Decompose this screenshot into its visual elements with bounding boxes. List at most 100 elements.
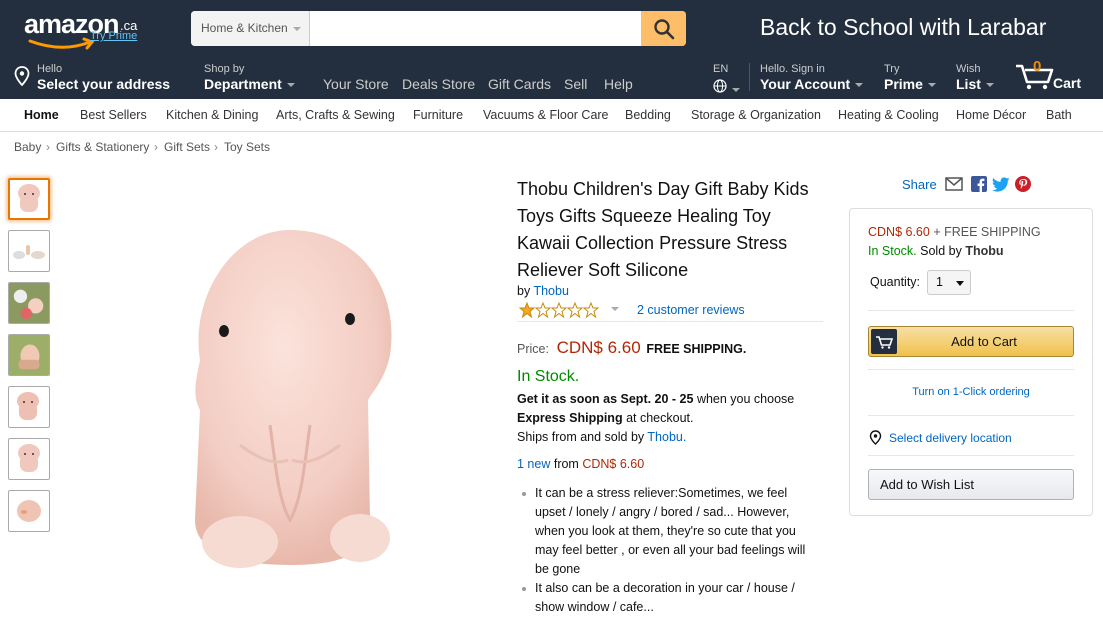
smile-arrow-icon bbox=[28, 37, 95, 50]
chevron-down-icon bbox=[927, 83, 936, 88]
product-thumb-image bbox=[9, 335, 49, 375]
subnav-heating[interactable]: Heating & Cooling bbox=[838, 108, 939, 122]
search-category-select[interactable]: Home & Kitchen bbox=[191, 11, 310, 46]
promo-banner[interactable]: Back to School with Larabar bbox=[760, 14, 1046, 41]
divider bbox=[868, 415, 1074, 416]
thumbnail-7[interactable] bbox=[8, 490, 50, 532]
thumbnail-3[interactable] bbox=[8, 282, 50, 324]
product-thumb-image bbox=[17, 392, 39, 420]
thumbnail-6[interactable] bbox=[8, 438, 50, 480]
breadcrumb-gifts-stationery[interactable]: Gifts & Stationery bbox=[56, 140, 149, 154]
buybox-shipping: + FREE SHIPPING bbox=[933, 225, 1041, 239]
chevron-down-icon bbox=[956, 281, 964, 286]
nav-link-deals-store[interactable]: Deals Store bbox=[402, 76, 475, 92]
new-from-label: from bbox=[553, 457, 579, 471]
star-rating-icon bbox=[518, 301, 600, 319]
product-thumb-image bbox=[17, 500, 41, 522]
quantity-value: 1 bbox=[936, 275, 943, 289]
subnav-arts-crafts[interactable]: Arts, Crafts & Sewing bbox=[276, 108, 395, 122]
wish-big: List bbox=[956, 76, 981, 92]
search-button[interactable] bbox=[641, 11, 686, 46]
add-to-cart-label: Add to Cart bbox=[951, 334, 1017, 349]
buybox-stock: In Stock. bbox=[868, 244, 917, 258]
chevron-down-icon bbox=[286, 83, 295, 88]
try-prime-link[interactable]: Try Prime bbox=[90, 30, 137, 42]
product-thumb-image bbox=[18, 184, 40, 212]
share-link[interactable]: Share bbox=[902, 177, 937, 192]
address-selector[interactable]: Hello Select your address bbox=[37, 63, 170, 92]
search-icon bbox=[653, 18, 674, 39]
subnav-kitchen-dining[interactable]: Kitchen & Dining bbox=[166, 108, 258, 122]
search-input[interactable] bbox=[310, 11, 641, 46]
rating-stars[interactable] bbox=[518, 301, 601, 321]
thumbnail-5[interactable] bbox=[8, 386, 50, 428]
add-to-wish-list-button[interactable]: Add to Wish List bbox=[868, 469, 1074, 500]
nav-link-help[interactable]: Help bbox=[604, 76, 633, 92]
twitter-icon[interactable] bbox=[991, 176, 1010, 192]
address-small: Hello bbox=[37, 63, 63, 75]
breadcrumb-baby[interactable]: Baby bbox=[14, 140, 41, 154]
amazon-logo[interactable]: amazon .ca Try Prime bbox=[24, 9, 137, 50]
sold-by-label: Sold by bbox=[920, 244, 962, 258]
product-thumb-image bbox=[18, 444, 40, 472]
quantity-select[interactable]: 1 bbox=[927, 270, 971, 295]
account-big: Your Account bbox=[760, 76, 851, 92]
chevron-down-icon bbox=[855, 83, 864, 88]
pinterest-icon[interactable] bbox=[1014, 176, 1031, 192]
nav-link-sell[interactable]: Sell bbox=[564, 76, 587, 92]
nav-divider bbox=[749, 63, 750, 91]
thumbnail-4[interactable] bbox=[8, 334, 50, 376]
thumbnail-2[interactable] bbox=[8, 230, 50, 272]
prime-small: Try bbox=[884, 63, 900, 75]
divider bbox=[868, 310, 1074, 311]
product-thumb-image bbox=[13, 245, 45, 259]
breadcrumb-gift-sets[interactable]: Gift Sets bbox=[164, 140, 210, 154]
nav-link-gift-cards[interactable]: Gift Cards bbox=[488, 76, 551, 92]
thumbnail-1[interactable] bbox=[8, 178, 50, 220]
subnav-home-decor[interactable]: Home Décor bbox=[956, 108, 1026, 122]
location-pin-icon bbox=[869, 430, 882, 445]
subnav-best-sellers[interactable]: Best Sellers bbox=[80, 108, 147, 122]
subnav-storage[interactable]: Storage & Organization bbox=[691, 108, 821, 122]
subnav-furniture[interactable]: Furniture bbox=[413, 108, 463, 122]
delivery-date: Sept. 20 - 25 bbox=[620, 392, 694, 406]
subnav-vacuums[interactable]: Vacuums & Floor Care bbox=[483, 108, 609, 122]
wish-list-menu[interactable]: Wish List bbox=[956, 63, 994, 92]
product-main-image[interactable] bbox=[160, 220, 420, 580]
new-offers: 1 new from CDN$ 6.60 bbox=[517, 457, 644, 471]
subnav-bedding[interactable]: Bedding bbox=[625, 108, 671, 122]
prime-big: Prime bbox=[884, 76, 923, 92]
email-icon[interactable] bbox=[944, 177, 963, 191]
new-offers-link[interactable]: 1 new bbox=[517, 457, 550, 471]
select-delivery-location-link[interactable]: Select delivery location bbox=[889, 431, 1012, 445]
price-label: Price: bbox=[517, 342, 549, 356]
feature-bullet: It can be a stress reliever:Sometimes, w… bbox=[517, 484, 817, 579]
facebook-icon[interactable] bbox=[970, 176, 987, 192]
search-category-label: Home & Kitchen bbox=[201, 21, 288, 35]
nav-link-your-store[interactable]: Your Store bbox=[323, 76, 389, 92]
share-row: Share bbox=[902, 176, 1031, 192]
feature-bullets: It can be a stress reliever:Sometimes, w… bbox=[517, 484, 817, 617]
account-menu[interactable]: Hello. Sign in Your Account bbox=[760, 63, 864, 92]
express-shipping-label: Express Shipping bbox=[517, 411, 623, 425]
language-selector[interactable]: EN bbox=[713, 63, 740, 96]
brand-link[interactable]: Thobu bbox=[533, 284, 568, 298]
feature-bullet: It also can be a decoration in your car … bbox=[517, 579, 817, 617]
product-thumb-image bbox=[9, 283, 49, 323]
breadcrumb-toy-sets[interactable]: Toy Sets bbox=[224, 140, 270, 154]
department-menu[interactable]: Shop by Department bbox=[204, 63, 295, 92]
subnav-bath[interactable]: Bath bbox=[1046, 108, 1072, 122]
prime-menu[interactable]: Try Prime bbox=[884, 63, 936, 92]
add-to-wish-list-label: Add to Wish List bbox=[880, 477, 974, 492]
one-click-link[interactable]: Turn on 1-Click ordering bbox=[868, 386, 1074, 398]
header: amazon .ca Try Prime Home & Kitchen Back… bbox=[0, 0, 1103, 99]
search-bar: Home & Kitchen bbox=[191, 11, 686, 46]
subnav-home[interactable]: Home bbox=[24, 108, 59, 122]
buybox-price-row: CDN$ 6.60 + FREE SHIPPING bbox=[868, 225, 1041, 239]
chevron-down-icon[interactable] bbox=[611, 307, 619, 311]
customer-reviews-link[interactable]: 2 customer reviews bbox=[637, 303, 745, 317]
cart-button[interactable]: 0 Cart bbox=[1014, 58, 1094, 94]
seller-link[interactable]: Thobu. bbox=[647, 430, 686, 444]
add-to-cart-button[interactable]: Add to Cart bbox=[868, 326, 1074, 357]
sold-by-name: Thobu bbox=[965, 244, 1004, 258]
